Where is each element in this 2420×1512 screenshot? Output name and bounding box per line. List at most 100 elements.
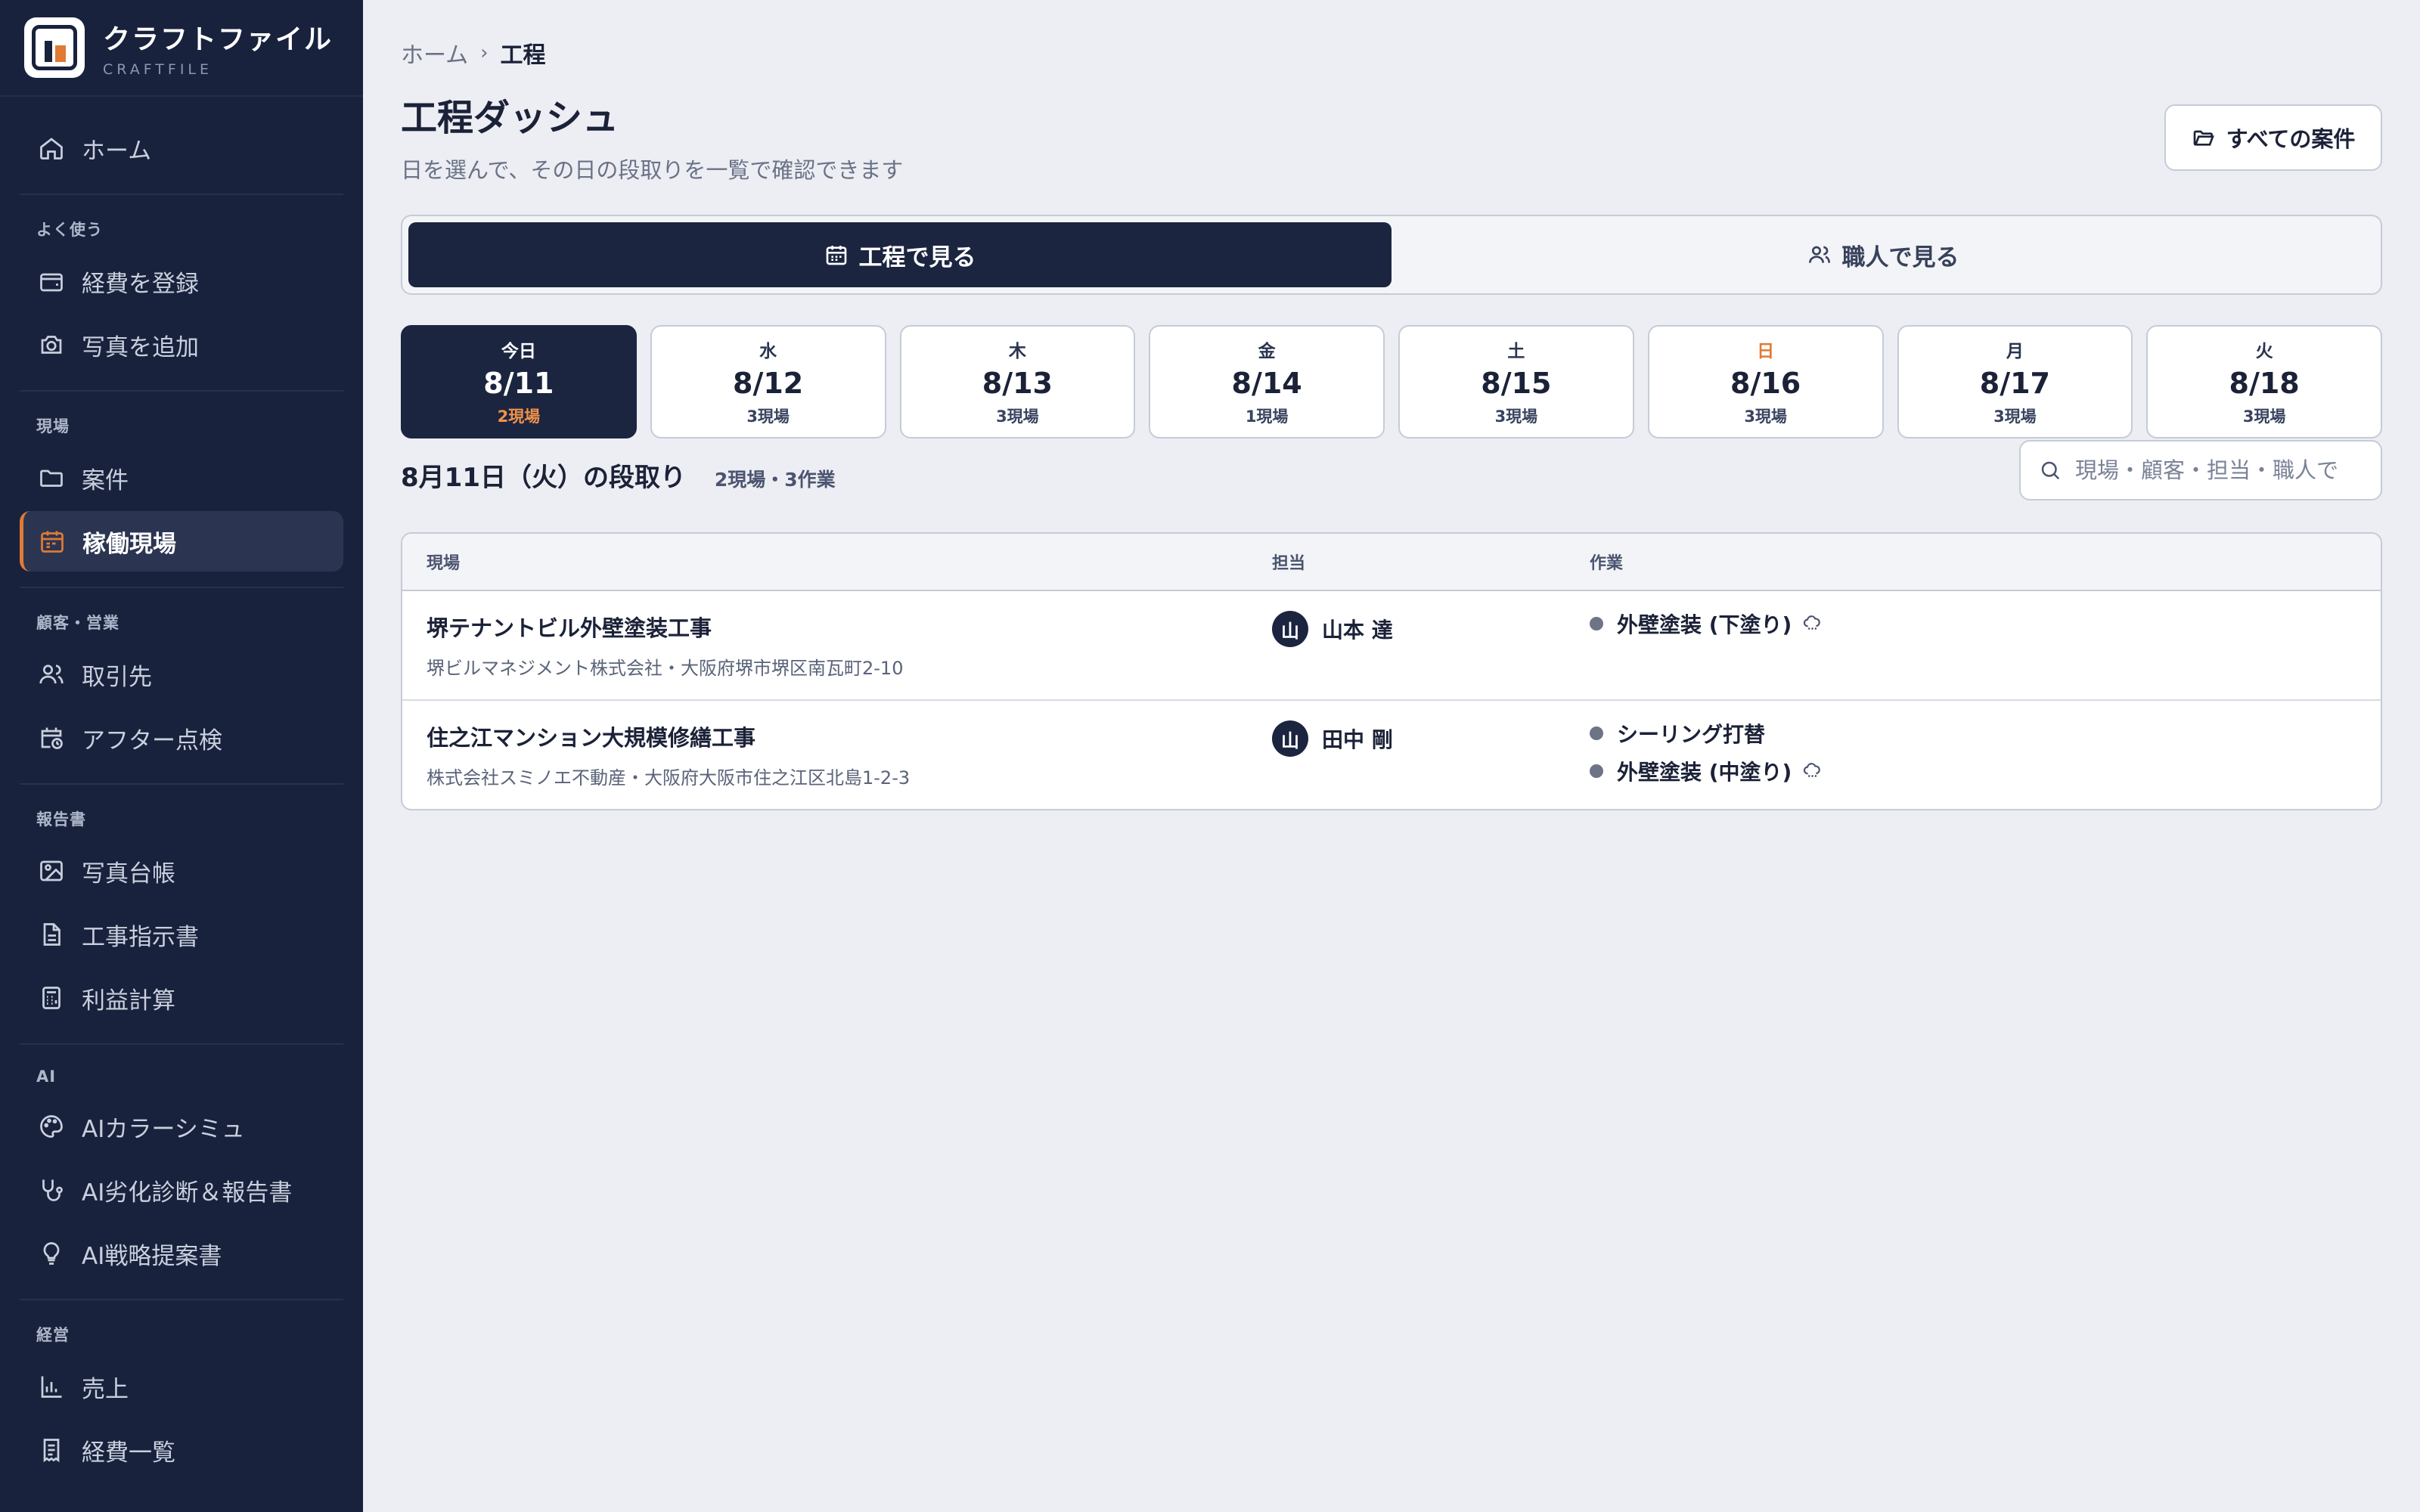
nav-section-customer: 顧客・営業 — [36, 614, 119, 632]
search-input[interactable] — [2075, 457, 2363, 483]
status-dot — [1590, 727, 1603, 740]
sidebar-item-expense-list[interactable]: 経費一覧 — [20, 1420, 343, 1480]
sidebar-item-label: 案件 — [82, 466, 129, 494]
day-date: 8/14 — [1231, 367, 1302, 400]
calendar-clock-icon — [36, 723, 67, 753]
search-box[interactable] — [2019, 440, 2382, 500]
sidebar-item-label: アフター点検 — [82, 727, 222, 754]
sidebar-item-photo-ledger[interactable]: 写真台帳 — [20, 841, 343, 901]
lightbulb-icon — [36, 1238, 67, 1269]
sidebar-item-work-order[interactable]: 工事指示書 — [20, 904, 343, 965]
bar-chart-icon — [36, 1371, 67, 1402]
sidebar-item-clients[interactable]: 取引先 — [20, 644, 343, 705]
folder-open-icon — [2193, 130, 2214, 146]
sidebar-item-ai-color[interactable]: AIカラーシミュ — [20, 1096, 343, 1157]
day-weekday: 木 — [1008, 342, 1026, 361]
main-content: ホーム › 工程 工程ダッシュ 日を選んで、その日の段取りを一覧で確認できます … — [363, 0, 2420, 1512]
column-header-manager: 担当 — [1272, 554, 1306, 573]
site-name[interactable]: 住之江マンション大規模修繕工事 — [427, 720, 1272, 752]
avatar: 山 — [1272, 611, 1308, 647]
manager-name: 山本 達 — [1322, 618, 1393, 643]
day-site-count: 3現場 — [996, 407, 1039, 426]
cloud-rain-icon — [1802, 614, 1822, 634]
calendar-icon — [37, 526, 67, 556]
sidebar-item-label: 売上 — [82, 1375, 129, 1403]
day-site-count: 3現場 — [1744, 407, 1787, 426]
brand-name: クラフトファイル — [103, 24, 334, 55]
day-site-count: 2現場 — [497, 407, 541, 426]
wallet-icon — [36, 266, 67, 296]
day-card[interactable]: 火 8/18 3現場 — [2146, 325, 2382, 438]
sidebar-item-expense-register[interactable]: 経費を登録 — [20, 251, 343, 311]
sidebar-item-active-sites[interactable]: 稼働現場 — [20, 511, 343, 572]
view-toggle: 工程で見る 職人で見る — [401, 215, 2382, 295]
sidebar-item-profit-calc[interactable]: 利益計算 — [20, 968, 343, 1028]
sidebar-item-label: 取引先 — [82, 663, 152, 691]
calendar-icon — [826, 246, 846, 265]
search-icon — [2041, 461, 2060, 480]
sidebar-item-ai-diagnosis[interactable]: AI劣化診断＆報告書 — [20, 1160, 343, 1220]
sidebar-item-label: 稼働現場 — [82, 530, 176, 558]
sidebar-item-label: AI劣化診断＆報告書 — [82, 1179, 293, 1207]
column-header-site: 現場 — [427, 554, 461, 573]
sidebar-item-label: 経費一覧 — [82, 1439, 175, 1467]
sidebar-item-label: 写真を追加 — [82, 333, 199, 361]
cloud-rain-icon — [1802, 761, 1822, 781]
home-icon — [36, 133, 67, 163]
day-site-count: 3現場 — [2242, 407, 2286, 426]
day-card[interactable]: 木 8/13 3現場 — [899, 325, 1136, 438]
sidebar-item-label: 経費を登録 — [82, 270, 199, 298]
folder-icon — [36, 463, 67, 493]
sidebar-nav: ホーム よく使う 経費を登録 写真を追加 現場 案件 稼働現場 顧客・営業 取引… — [0, 97, 363, 1480]
camera-icon — [36, 330, 67, 360]
palette-icon — [36, 1111, 67, 1142]
day-date: 8/11 — [483, 367, 554, 400]
site-name[interactable]: 堺テナントビル外壁塗装工事 — [427, 611, 1272, 643]
all-projects-label: すべての案件 — [2226, 126, 2356, 152]
manager: 山 田中 剛 — [1272, 720, 1590, 757]
day-date: 8/12 — [733, 367, 804, 400]
day-card[interactable]: 土 8/15 3現場 — [1398, 325, 1634, 438]
sidebar-item-sales[interactable]: 売上 — [20, 1356, 343, 1417]
table-row[interactable]: 住之江マンション大規模修繕工事 株式会社スミノエ不動産・大阪府大阪市住之江区北島… — [402, 701, 2381, 809]
day-date: 8/18 — [2229, 367, 2300, 400]
tab-by-worker[interactable]: 職人で見る — [1392, 222, 2375, 287]
tab-label: 工程で見る — [858, 243, 976, 271]
sidebar-item-photo-add[interactable]: 写真を追加 — [20, 314, 343, 375]
summary-row: 8月11日（火）の段取り 2現場・3作業 — [401, 440, 2382, 500]
brand[interactable]: クラフトファイル CRAFTFILE — [0, 0, 363, 97]
sidebar-item-ai-strategy[interactable]: AI戦略提案書 — [20, 1223, 343, 1284]
schedule-table: 現場 担当 作業 堺テナントビル外壁塗装工事 堺ビルマネジメント株式会社・大阪府… — [401, 532, 2382, 810]
status-dot — [1590, 617, 1603, 631]
day-weekday: 土 — [1507, 342, 1525, 361]
day-weekday: 火 — [2255, 342, 2273, 361]
day-weekday: 月 — [2006, 342, 2024, 361]
task-item: 外壁塗装 (中塗り) — [1590, 758, 2381, 785]
summary-meta: 2現場・3作業 — [714, 469, 836, 491]
day-card[interactable]: 水 8/12 3現場 — [650, 325, 886, 438]
task-name: 外壁塗装 (下塗り) — [1617, 612, 1792, 637]
sidebar-item-projects[interactable]: 案件 — [20, 448, 343, 508]
table-row[interactable]: 堺テナントビル外壁塗装工事 堺ビルマネジメント株式会社・大阪府堺市堺区南瓦町2-… — [402, 591, 2381, 701]
stethoscope-icon — [36, 1175, 67, 1205]
sidebar-item-label: ホーム — [82, 137, 152, 165]
avatar: 山 — [1272, 720, 1308, 757]
task-item: 外壁塗装 (下塗り) — [1590, 611, 2381, 637]
day-card[interactable]: 今日 8/11 2現場 — [401, 325, 637, 438]
nav-section-report: 報告書 — [36, 810, 86, 829]
sidebar-item-after-check[interactable]: アフター点検 — [20, 708, 343, 768]
day-card[interactable]: 日 8/16 3現場 — [1647, 325, 1884, 438]
sidebar-item-home[interactable]: ホーム — [20, 118, 343, 178]
day-date: 8/16 — [1730, 367, 1801, 400]
tab-by-schedule[interactable]: 工程で見る — [408, 222, 1392, 287]
day-card[interactable]: 金 8/14 1現場 — [1149, 325, 1385, 438]
day-card[interactable]: 月 8/17 3現場 — [1897, 325, 2133, 438]
summary-title: 8月11日（火）の段取り — [401, 463, 686, 493]
all-projects-button[interactable]: すべての案件 — [2164, 104, 2382, 171]
page-subtitle: 日を選んで、その日の段取りを一覧で確認できます — [401, 157, 904, 183]
day-date: 8/17 — [1979, 367, 2050, 400]
nav-section-ai: AI — [36, 1067, 57, 1086]
breadcrumb-home[interactable]: ホーム — [401, 36, 468, 70]
chevron-right-icon: › — [480, 42, 489, 64]
task-name: 外壁塗装 (中塗り) — [1617, 760, 1792, 785]
